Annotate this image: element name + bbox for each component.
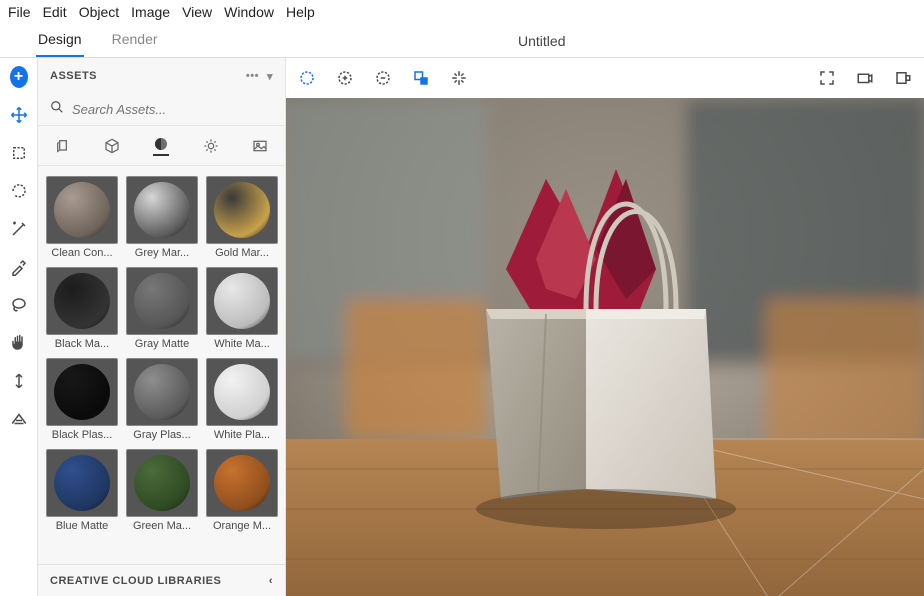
assets-search-input[interactable] [72,102,273,117]
chevron-down-icon[interactable]: ▾ [267,70,273,83]
asset-item[interactable]: Gray Plas... [126,358,198,441]
sparkle-icon[interactable] [450,69,468,87]
assets-grid: Clean Con... Grey Mar... Gold Mar... Black … [38,166,285,564]
object-toggle-icon[interactable] [412,69,430,87]
asset-item[interactable]: White Pla... [206,358,278,441]
vertical-arrows-tool[interactable] [10,372,28,390]
viewport-toolbar [286,58,924,98]
asset-label: Grey Mar... [126,247,198,259]
menu-edit[interactable]: Edit [43,4,67,20]
filter-image-icon[interactable] [252,138,268,154]
assets-panel-title: ASSETS [50,70,97,82]
zoom-in-icon[interactable] [336,69,354,87]
asset-item[interactable]: Gold Mar... [206,176,278,259]
menu-window[interactable]: Window [224,4,274,20]
menu-image[interactable]: Image [131,4,170,20]
hand-tool[interactable] [10,334,28,352]
search-icon [50,100,64,119]
menu-object[interactable]: Object [79,4,119,20]
assets-search-row [38,94,285,126]
asset-item[interactable]: Black Plas... [46,358,118,441]
viewport [286,58,924,596]
asset-label: Gold Mar... [206,247,278,259]
asset-label: White Pla... [206,429,278,441]
menubar: File Edit Object Image View Window Help [0,0,924,24]
add-tool[interactable]: + [10,68,28,86]
asset-item[interactable]: Orange M... [206,449,278,532]
asset-label: Clean Con... [46,247,118,259]
canvas[interactable] [286,98,924,596]
asset-item[interactable]: Clean Con... [46,176,118,259]
lasso-tool[interactable] [10,296,28,314]
eyedropper-tool[interactable] [10,258,28,276]
filter-cube-icon[interactable] [104,138,120,154]
chevron-left-icon: ‹ [269,575,273,587]
tab-design[interactable]: Design [36,23,84,57]
filter-model-icon[interactable] [55,138,71,154]
asset-label: White Ma... [206,338,278,350]
asset-label: Green Ma... [126,520,198,532]
undo-dashed-tool[interactable] [10,182,28,200]
asset-label: Gray Matte [126,338,198,350]
filter-light-icon[interactable] [203,138,219,154]
assets-panel: ASSETS ••• ▾ Clean Con... Grey Mar... Gold… [38,58,286,596]
camera-icon[interactable] [856,69,874,87]
menu-file[interactable]: File [8,4,31,20]
asset-label: Orange M... [206,520,278,532]
asset-item[interactable]: White Ma... [206,267,278,350]
mode-tabs-bar: Design Render Untitled [0,24,924,58]
asset-label: Black Ma... [46,338,118,350]
document-title: Untitled [160,33,924,57]
asset-item[interactable]: Blue Matte [46,449,118,532]
tools-column: + [0,58,38,596]
wand-tool[interactable] [10,220,28,238]
assets-filter-row [38,126,285,166]
move-tool[interactable] [10,106,28,124]
more-icon[interactable]: ••• [246,70,259,82]
cc-libraries-title: CREATIVE CLOUD LIBRARIES [50,575,221,587]
assets-panel-header: ASSETS ••• ▾ [38,58,285,94]
filter-material-icon[interactable] [153,136,169,156]
asset-label: Black Plas... [46,429,118,441]
asset-item[interactable]: Black Ma... [46,267,118,350]
perspective-tool[interactable] [10,410,28,428]
menu-help[interactable]: Help [286,4,315,20]
asset-label: Blue Matte [46,520,118,532]
asset-item[interactable]: Green Ma... [126,449,198,532]
asset-label: Gray Plas... [126,429,198,441]
zoom-out-icon[interactable] [374,69,392,87]
select-circle-icon[interactable] [298,69,316,87]
menu-view[interactable]: View [182,4,212,20]
asset-item[interactable]: Gray Matte [126,267,198,350]
asset-item[interactable]: Grey Mar... [126,176,198,259]
tab-render[interactable]: Render [110,23,160,57]
cc-libraries-header[interactable]: CREATIVE CLOUD LIBRARIES ‹ [38,564,285,596]
crop-tool[interactable] [10,144,28,162]
settings-toggle-icon[interactable] [894,69,912,87]
fullscreen-icon[interactable] [818,69,836,87]
